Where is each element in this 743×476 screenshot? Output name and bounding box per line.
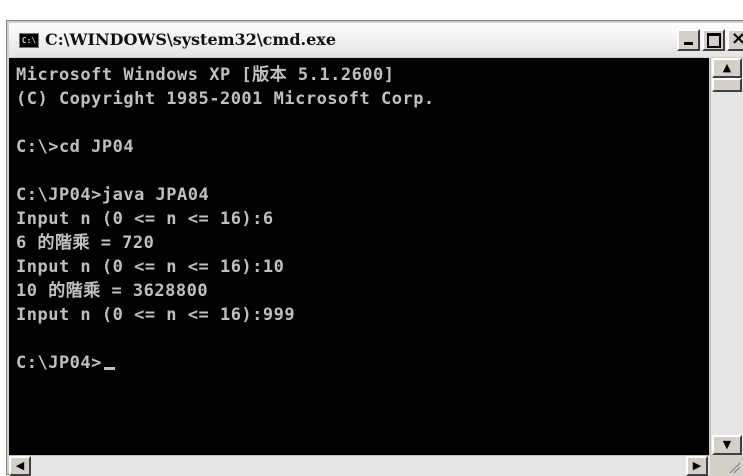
scroll-up-button[interactable]: ▲ [712, 58, 742, 78]
console-line: C:\JP04>java JPA04 [16, 185, 210, 205]
cmd-window: C:\ C:\WINDOWS\system32\cmd.exe × Micros… [6, 20, 743, 476]
text-cursor [103, 367, 115, 370]
scroll-left-button[interactable]: ◀ [9, 456, 31, 476]
maximize-icon [707, 33, 721, 48]
scroll-down-button[interactable]: ▼ [712, 435, 742, 455]
console-line: Input n (0 <= n <= 16):999 [16, 305, 296, 325]
console-line: Input n (0 <= n <= 16):6 [16, 209, 274, 229]
console-line: Microsoft Windows XP [版本 5.1.2600] [16, 65, 395, 85]
maximize-button[interactable] [702, 29, 725, 51]
prompt-line: C:\JP04> [16, 351, 115, 375]
console-line: 10 的階乘 = 3628800 [16, 281, 209, 301]
console-output[interactable]: Microsoft Windows XP [版本 5.1.2600] (C) C… [9, 58, 709, 455]
console-line: Input n (0 <= n <= 16):10 [16, 257, 285, 277]
prompt-text: C:\JP04> [16, 353, 102, 373]
scroll-thumb[interactable] [712, 78, 742, 92]
resize-grip[interactable] [710, 455, 743, 476]
title-bar[interactable]: C:\ C:\WINDOWS\system32\cmd.exe × [9, 23, 743, 57]
close-button[interactable]: × [727, 29, 743, 51]
window-title: C:\WINDOWS\system32\cmd.exe [45, 30, 336, 49]
minimize-button[interactable] [677, 29, 700, 51]
resize-grip-icon [728, 461, 740, 473]
console-line: (C) Copyright 1985-2001 Microsoft Corp. [16, 89, 435, 109]
horizontal-scrollbar[interactable]: ◀ ▶ [9, 455, 710, 476]
vertical-scrollbar[interactable]: ▲ ▼ [710, 58, 743, 455]
console-line: C:\>cd JP04 [16, 137, 135, 157]
minimize-icon [684, 42, 693, 45]
scroll-right-button[interactable]: ▶ [686, 456, 708, 476]
console-line: 6 的階乘 = 720 [16, 233, 155, 253]
cmd-icon[interactable]: C:\ [19, 33, 39, 48]
